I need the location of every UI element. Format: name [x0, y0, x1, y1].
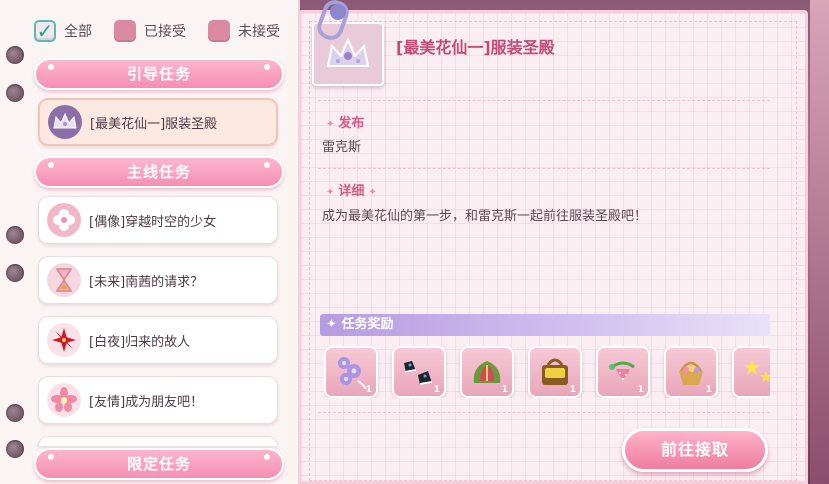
sparkle-icon: ✦	[326, 187, 335, 198]
binder-ring	[6, 440, 24, 458]
task-item-partial	[38, 436, 278, 446]
reward-header: ✦ 任务奖励	[320, 314, 770, 336]
category-guide[interactable]: 引导任务	[34, 58, 284, 90]
sparkle-icon: ✦	[326, 119, 335, 130]
reward-item[interactable]: 1	[392, 346, 446, 398]
filter-accepted[interactable]: 已接受	[114, 20, 186, 42]
task-list-panel: ✓ 全部 已接受 未接受 引导任务 [最美花仙一]服装圣殿 主线任务 [偶像]穿…	[0, 0, 300, 484]
publisher-heading: ✦ 发布	[322, 112, 364, 131]
bread-tote-icon	[542, 358, 568, 385]
filter-accepted-label: 已接受	[144, 24, 186, 40]
task-label: [偶像]穿越时空的少女	[89, 214, 217, 230]
crown-icon	[48, 105, 82, 139]
hourglass-icon	[47, 263, 81, 297]
task-label: [未来]南茜的请求？	[89, 274, 204, 290]
paperclip-pin-icon	[330, 4, 346, 20]
task-label: [白夜]归来的故人	[89, 334, 191, 350]
detail-heading: ✦ 详细 ✦	[322, 180, 381, 199]
reward-qty: 1	[501, 385, 508, 395]
reward-item[interactable]: 1	[664, 346, 718, 398]
flower-basket-icon	[679, 361, 703, 385]
divider	[318, 412, 770, 413]
task-description: 成为最美花仙的第一步，和雷克斯一起前往服装圣殿吧！	[322, 209, 648, 224]
category-limited[interactable]: 限定任务	[34, 448, 284, 480]
task-item-1[interactable]: [最美花仙一]服装圣殿	[38, 98, 278, 146]
pink-flower-icon	[47, 383, 81, 417]
divider	[318, 100, 770, 101]
crown-icon	[326, 37, 370, 67]
background-decoration	[810, 0, 829, 484]
reward-list: 1 1 1 1 1 1	[324, 346, 770, 398]
reward-qty: 1	[637, 385, 644, 395]
purple-flower-hairpiece-icon	[338, 357, 367, 390]
category-main[interactable]: 主线任务	[34, 156, 284, 188]
accept-task-button[interactable]: 前往接取	[622, 428, 768, 472]
green-bag-icon	[473, 361, 501, 383]
filter-all-label: 全部	[64, 24, 92, 40]
red-lily-icon	[47, 323, 81, 357]
binder-ring	[6, 404, 24, 422]
task-item-2[interactable]: [偶像]穿越时空的少女	[38, 196, 278, 244]
filter-not-accepted[interactable]: 未接受	[208, 20, 280, 42]
binder-ring	[6, 46, 24, 64]
strawberry-charm-icon	[609, 361, 635, 380]
reward-item[interactable]: 1	[528, 346, 582, 398]
reward-item[interactable]	[732, 346, 770, 398]
reward-qty: 1	[433, 385, 440, 395]
flower-icon	[47, 203, 81, 237]
detail-label: 详细	[338, 184, 365, 199]
filter-not-accepted-label: 未接受	[238, 24, 280, 40]
checkbox-icon	[208, 20, 230, 42]
reward-label: 任务奖励	[341, 317, 394, 332]
sparkle-icon: ✦	[326, 317, 337, 332]
task-item-3[interactable]: [未来]南茜的请求？	[38, 256, 278, 304]
checkbox-icon	[114, 20, 136, 42]
reward-qty: 1	[365, 385, 372, 395]
reward-item[interactable]: 1	[460, 346, 514, 398]
binder-ring	[6, 264, 24, 282]
reward-qty: 1	[569, 385, 576, 395]
publisher-name: 雷克斯	[322, 140, 362, 155]
task-item-4[interactable]: [白夜]归来的故人	[38, 316, 278, 364]
sneakers-icon	[404, 361, 433, 385]
filter-row: ✓ 全部 已接受 未接受	[34, 20, 280, 42]
checkbox-checked-icon: ✓	[34, 20, 56, 42]
binder-ring	[6, 226, 24, 244]
reward-item[interactable]: 1	[324, 346, 378, 398]
divider	[318, 168, 770, 169]
reward-item[interactable]: 1	[596, 346, 650, 398]
sparkle-icon: ✦	[368, 187, 377, 198]
task-item-5[interactable]: [友情]成为朋友吧！	[38, 376, 278, 424]
task-title: [最美花仙一]服装圣殿	[396, 38, 555, 57]
publisher-label: 发布	[338, 116, 365, 131]
task-label: [最美花仙一]服装圣殿	[90, 116, 218, 132]
filter-all[interactable]: ✓ 全部	[34, 20, 92, 42]
reward-qty: 1	[705, 385, 712, 395]
binder-ring	[6, 84, 24, 102]
task-label: [友情]成为朋友吧！	[89, 394, 204, 410]
stars-icon	[744, 359, 770, 382]
